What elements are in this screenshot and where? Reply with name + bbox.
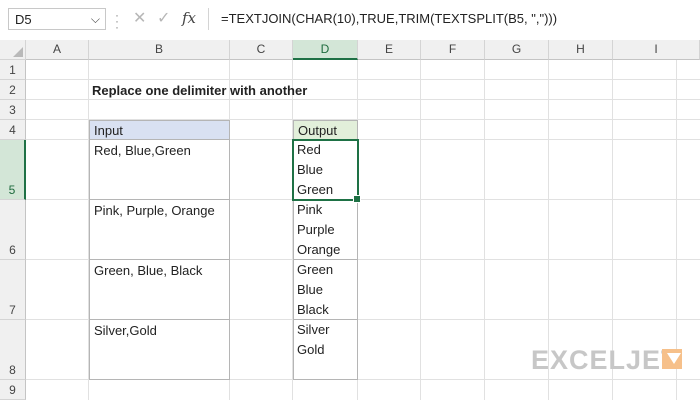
output-line: Orange <box>297 242 341 257</box>
gridline <box>420 60 421 400</box>
fill-handle[interactable] <box>353 195 361 203</box>
check-icon[interactable]: ✓ <box>157 8 170 28</box>
row-header-2[interactable]: 2 <box>0 80 26 100</box>
exceljet-logo-icon <box>662 349 682 369</box>
row-header-4[interactable]: 4 <box>0 120 26 140</box>
gridline <box>26 79 700 80</box>
row-header-3[interactable]: 3 <box>0 100 26 120</box>
output-line: Purple <box>297 222 335 237</box>
name-box[interactable]: D5 ⌵ <box>8 8 106 30</box>
row-header-1[interactable]: 1 <box>0 60 26 80</box>
row-header-6[interactable]: 6 <box>0 200 26 260</box>
output-line: Silver <box>297 322 330 337</box>
row-header-8[interactable]: 8 <box>0 320 26 380</box>
fx-icon[interactable]: fx <box>182 9 196 27</box>
output-line: Pink <box>297 202 323 217</box>
select-all-triangle-icon <box>13 47 23 57</box>
output-line: Gold <box>297 342 325 357</box>
output-line: Green <box>297 262 334 277</box>
formula-bar-area: D5 ⌵ · · · ✕ ✓ fx =TEXTJOIN(CHAR(10),TRUE,… <box>0 0 700 40</box>
column-header-f[interactable]: F <box>421 40 485 60</box>
output-cell-d6[interactable]: Pink Purple Orange <box>293 200 358 260</box>
column-header-g[interactable]: G <box>485 40 549 60</box>
column-header-a[interactable]: A <box>26 40 89 60</box>
column-header-h[interactable]: H <box>549 40 613 60</box>
column-header-b[interactable]: B <box>89 40 230 60</box>
output-header-cell[interactable]: Output <box>293 120 358 140</box>
column-header-c[interactable]: C <box>230 40 293 60</box>
gridline <box>26 99 700 100</box>
selection-outline <box>292 139 359 201</box>
column-header-d[interactable]: D <box>293 40 358 60</box>
input-cell-b8[interactable]: Silver,Gold <box>89 320 230 380</box>
chevron-down-icon[interactable]: ⌵ <box>91 12 100 27</box>
x-icon[interactable]: ✕ <box>133 8 146 28</box>
select-all-button[interactable] <box>0 40 26 60</box>
row-header-9[interactable]: 9 <box>0 380 26 400</box>
drag-handle-icon[interactable]: · · · <box>115 9 119 33</box>
row-header-5[interactable]: 5 <box>0 140 26 200</box>
row-header-7[interactable]: 7 <box>0 260 26 320</box>
column-header-e[interactable]: E <box>358 40 421 60</box>
input-header-cell[interactable]: Input <box>89 120 230 140</box>
input-cell-b5[interactable]: Red, Blue,Green <box>89 140 230 200</box>
name-box-value: D5 <box>15 12 32 27</box>
input-cell-b6[interactable]: Pink, Purple, Orange <box>89 200 230 260</box>
input-cell-b7[interactable]: Green, Blue, Black <box>89 260 230 320</box>
output-cell-d8[interactable]: Silver Gold <box>293 320 358 380</box>
formula-text: =TEXTJOIN(CHAR(10),TRUE,TRIM(TEXTSPLIT(B… <box>221 11 558 26</box>
formula-input[interactable]: =TEXTJOIN(CHAR(10),TRUE,TRIM(TEXTSPLIT(B… <box>208 8 700 30</box>
sheet-title[interactable]: Replace one delimiter with another <box>92 83 307 98</box>
column-header-i[interactable]: I <box>613 40 700 60</box>
output-line: Black <box>297 302 329 317</box>
gridline <box>484 60 485 400</box>
exceljet-logo: EXCELJET <box>531 345 679 375</box>
output-cell-d7[interactable]: Green Blue Black <box>293 260 358 320</box>
output-line: Blue <box>297 282 324 297</box>
